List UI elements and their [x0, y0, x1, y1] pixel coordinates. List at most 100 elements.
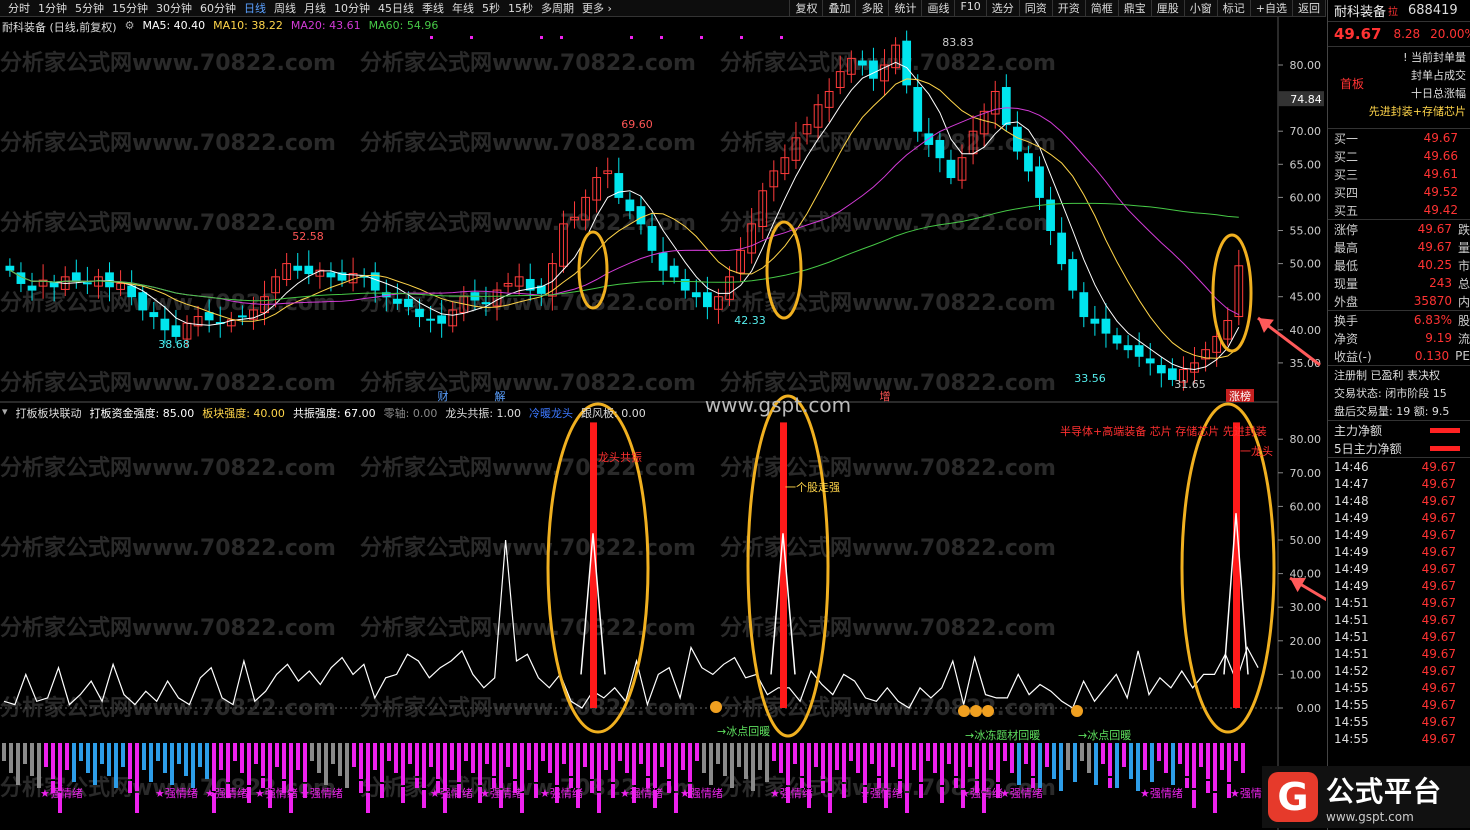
indicator-tick-label: 80.00 [1290, 433, 1322, 446]
quote-extra: 市 [1457, 258, 1470, 273]
candle-body [647, 226, 657, 251]
tick-price: 49.67 [1421, 629, 1456, 644]
emotion-bar [1066, 743, 1070, 770]
emotion-bar [1164, 743, 1168, 773]
quote-extra: 流 [1457, 331, 1470, 346]
candle-body [1123, 345, 1133, 351]
emotion-bar [492, 743, 496, 776]
watermark-text: 分析家公式网www.70822.com [360, 130, 696, 156]
tick-price: 49.67 [1421, 663, 1456, 678]
emotion-bar [667, 743, 671, 779]
quote-label: 买二 [1334, 149, 1359, 164]
annotation-site: www.gspt.com [705, 393, 851, 417]
emotion-bar-low [842, 784, 846, 798]
quote-row: 买五 49.42 [1328, 201, 1470, 219]
event-mark[interactable]: 涨榜 [1229, 389, 1251, 403]
emotion-bar [345, 743, 349, 788]
emotion-bar [534, 743, 538, 782]
watermark-text: 分析家公式网www.70822.com [720, 455, 1056, 481]
emotion-bar [275, 743, 279, 767]
emotion-bar [1234, 743, 1238, 761]
emotion-bar [842, 743, 846, 782]
tick-time: 14:51 [1334, 629, 1369, 644]
tick-time: 14:49 [1334, 510, 1369, 525]
emotion-bar [765, 743, 769, 782]
emotion-bar [317, 743, 321, 773]
emotion-bar [905, 743, 909, 791]
emotion-bar-low [828, 793, 832, 813]
candle-body [149, 312, 159, 318]
flow-row: 主力净额 [1328, 421, 1470, 439]
emotion-bar [268, 743, 272, 788]
tick-time: 14:48 [1334, 493, 1369, 508]
quote-stats: 涨停 49.67 跌最高 49.67 量最低 40.25 市现量 243 总外盘 35870 内 [1328, 219, 1470, 310]
quote-label: 买四 [1334, 185, 1359, 200]
emotion-bar [779, 743, 783, 773]
emotion-bar [58, 743, 62, 791]
emotion-bar-low [415, 778, 419, 788]
candle-body [669, 265, 679, 278]
emotion-bar [954, 743, 958, 776]
candle-body [1079, 292, 1089, 318]
tick-price: 49.67 [1421, 493, 1456, 508]
candle-body [27, 285, 37, 291]
expand-icon[interactable]: ▾ [2, 405, 8, 420]
tick-list[interactable]: 14:46 49.67 14:47 49.67 14:48 49.67 14:49 49.67… [1328, 457, 1470, 747]
emotion-bar [674, 743, 678, 791]
watermark-text: 分析家公式网www.70822.com [360, 370, 696, 396]
quote-extra: 跌 [1457, 222, 1470, 237]
candle-body [625, 199, 635, 212]
quote-extra: 量 [1457, 240, 1470, 255]
emotion-bar [1192, 743, 1196, 788]
quote-value: 49.67 [1423, 131, 1458, 145]
watermark-text: 分析家公式网www.70822.com [0, 370, 336, 396]
emotion-bar [1227, 743, 1231, 782]
indicator-tick-label: 60.00 [1290, 500, 1322, 513]
emotion-bar-low [401, 787, 405, 803]
emotion-bar [590, 743, 594, 779]
quote-extra: 内 [1457, 294, 1470, 309]
qingxu-label: ★强情绪 [540, 786, 583, 800]
emotion-bar [100, 743, 104, 764]
emotion-bar [1045, 743, 1049, 767]
candle-body [293, 265, 303, 271]
price-label: 42.33 [734, 314, 766, 327]
emotion-bar [1038, 743, 1042, 788]
platform-logo: G 公式平台 www.gspt.com [1262, 766, 1470, 828]
event-mark[interactable]: 增 [880, 389, 891, 403]
quote-row: 买一 49.67 [1328, 129, 1470, 147]
tick-price: 49.67 [1421, 544, 1456, 559]
candle-body [204, 312, 214, 321]
emotion-bar [240, 743, 244, 773]
tick-row: 14:52 49.67 [1328, 662, 1470, 679]
event-mark[interactable]: 解 [495, 389, 506, 403]
emotion-bar [870, 743, 874, 764]
emotion-bar-low [1206, 781, 1210, 793]
emotion-bar [338, 743, 342, 776]
quote-row: 换手 6.83% 股 [1328, 311, 1470, 329]
quote-value: 49.52 [1423, 185, 1458, 199]
watermark-text: 分析家公式网www.70822.com [0, 455, 336, 481]
quote-panel: 耐科装备 拉 688419 49.67 8.28 20.00% 首板 ! 当前封… [1327, 0, 1470, 830]
emotion-bar [597, 743, 601, 791]
emotion-bar [527, 743, 531, 770]
candle-body [393, 298, 402, 304]
emotion-bar [940, 743, 944, 785]
quote-extra: 股 [1457, 313, 1470, 328]
emotion-bar [170, 743, 174, 785]
emotion-bar [373, 743, 377, 770]
indicator-value: 共振强度: 67.00 [292, 407, 376, 420]
indicator-value: 打板板块联动 [15, 407, 82, 420]
price-label: 52.58 [292, 230, 324, 243]
emotion-bar [996, 743, 1000, 782]
emotion-bar [982, 743, 986, 791]
tick-row: 14:49 49.67 [1328, 526, 1470, 543]
signal-dot [630, 36, 633, 39]
smile-icon [1071, 705, 1083, 717]
candle-body [1156, 365, 1166, 374]
event-mark[interactable]: 财 [438, 389, 449, 403]
tick-time: 14:49 [1334, 578, 1369, 593]
candle-body [946, 159, 956, 179]
logo-title: 公式平台 [1326, 775, 1443, 808]
settings-icon[interactable]: ⚙ [125, 19, 135, 34]
